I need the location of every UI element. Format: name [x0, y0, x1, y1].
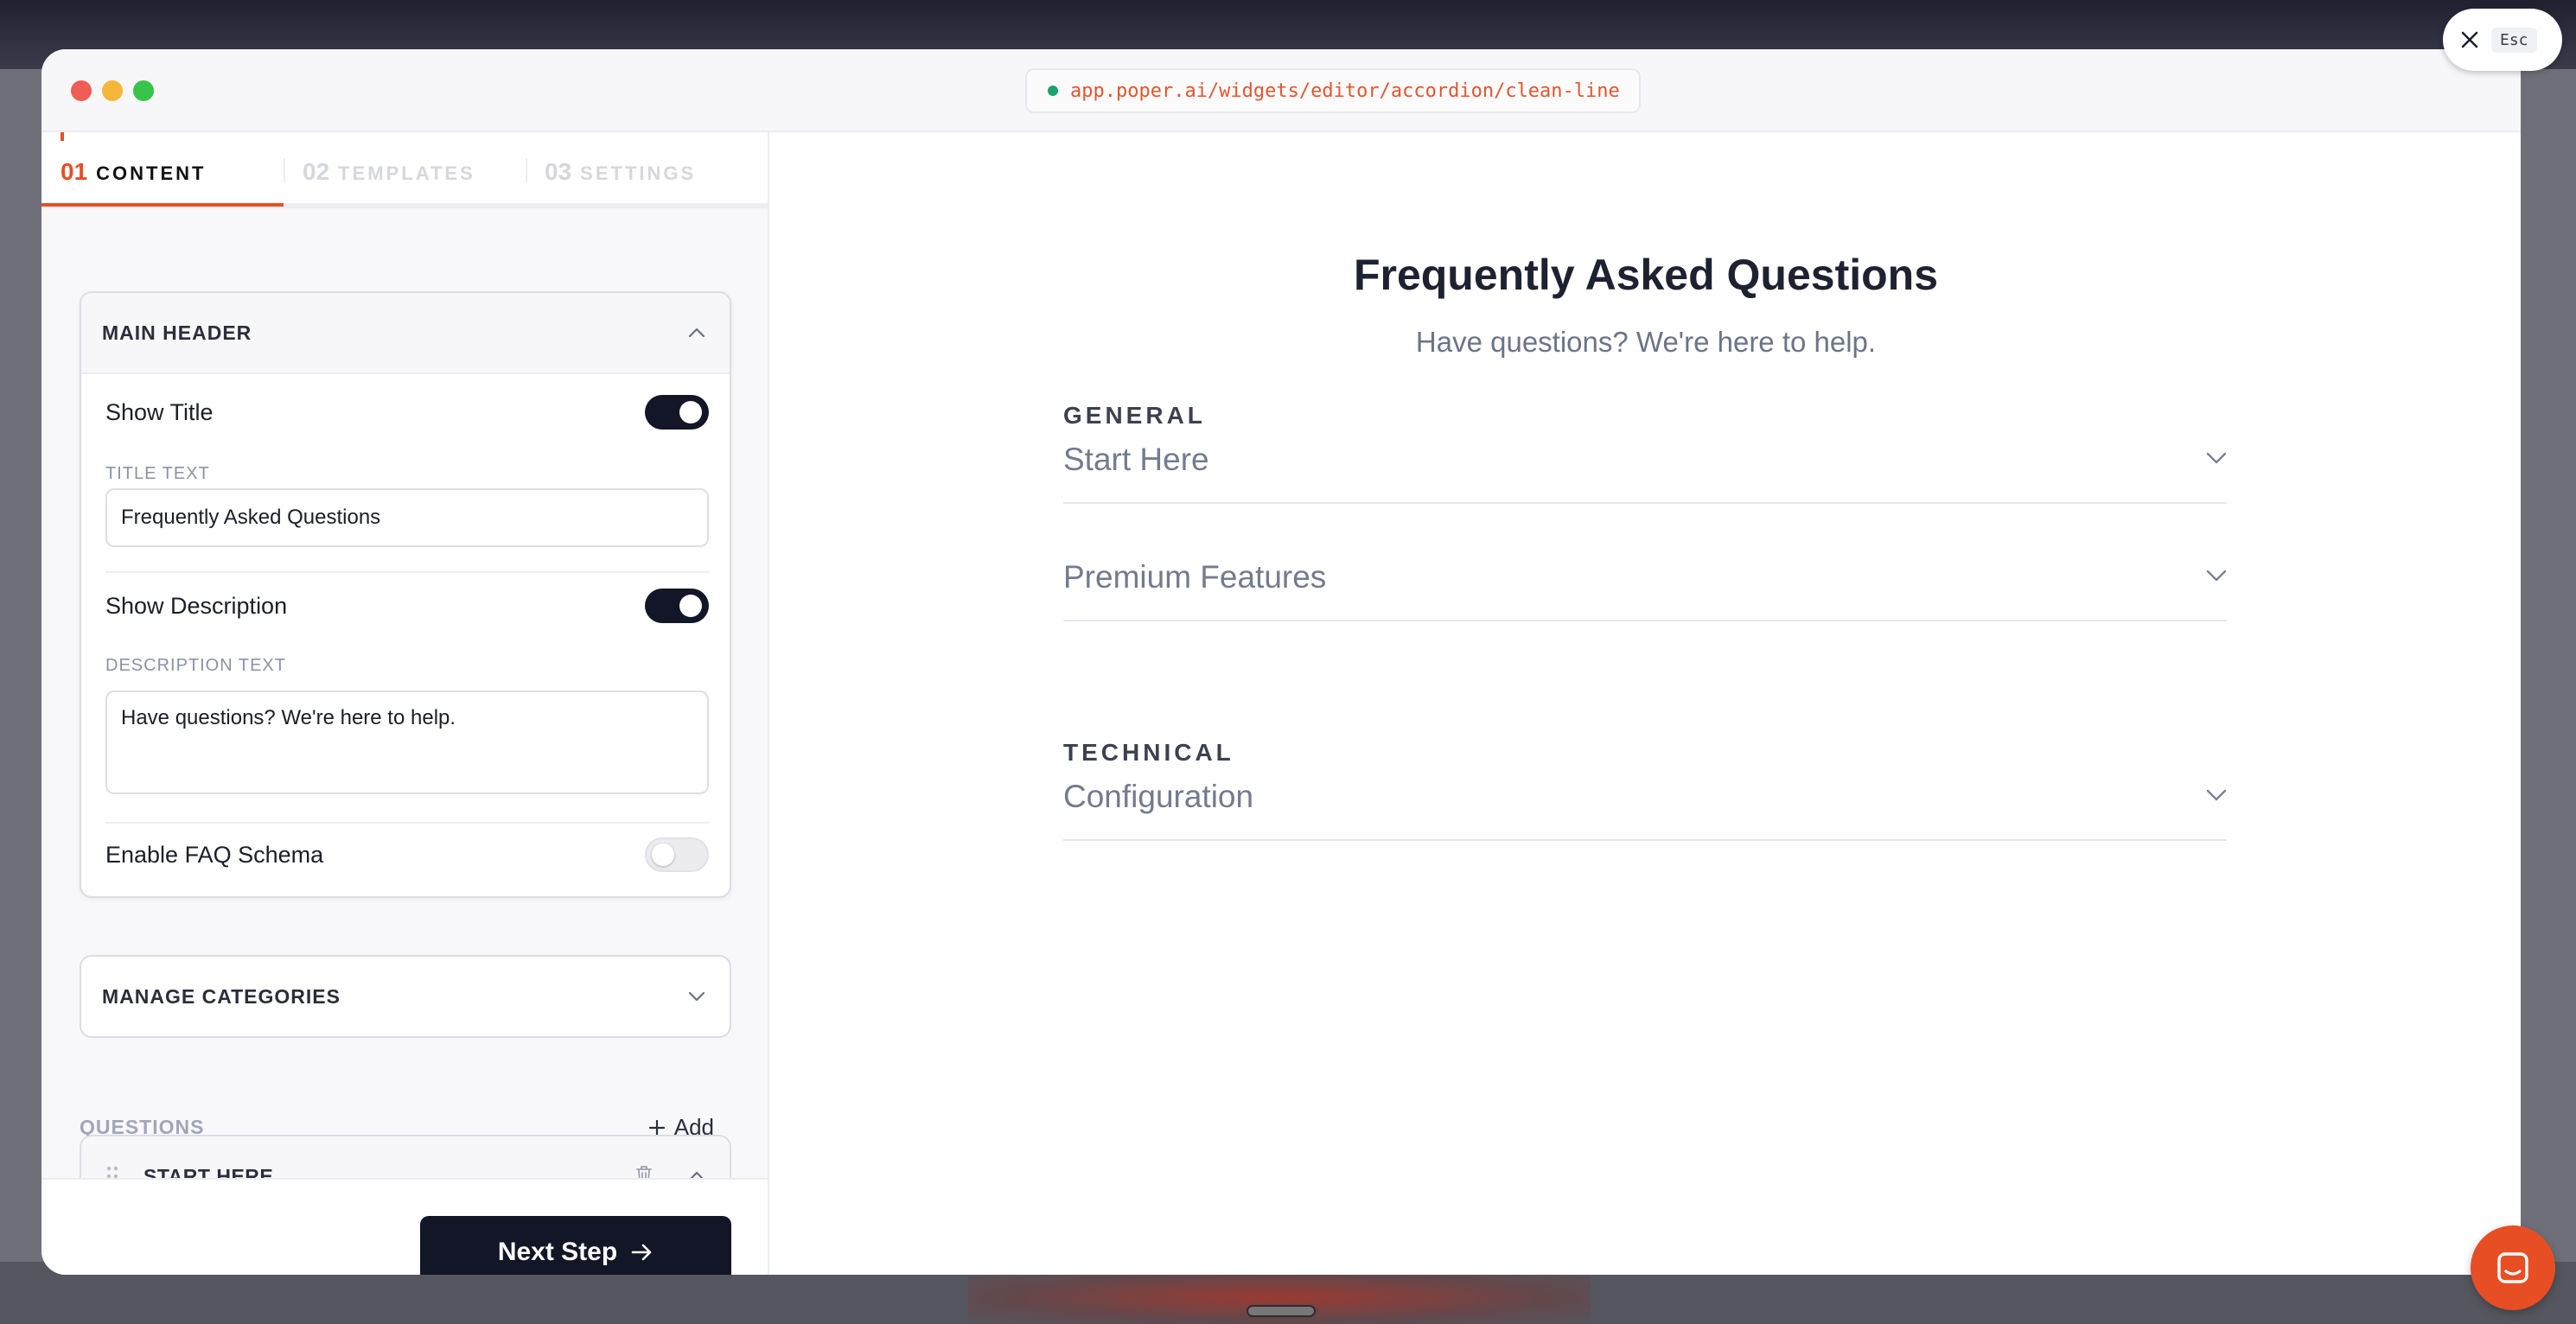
preview-question-item[interactable]: Configuration	[1063, 754, 2227, 841]
tab-number: 01	[61, 158, 88, 185]
tab-label: SETTINGS	[580, 162, 697, 184]
faq-schema-label: Enable FAQ Schema	[105, 841, 324, 868]
chevron-up-icon[interactable]	[685, 321, 709, 345]
section-title: MANAGE CATEGORIES	[102, 984, 341, 1008]
show-description-toggle[interactable]	[645, 589, 709, 623]
preview-question-item[interactable]: Premium Features	[1063, 535, 2227, 621]
preview-question-text: Start Here	[1063, 442, 1209, 477]
show-description-label: Show Description	[105, 592, 288, 619]
preview-question-text: Premium Features	[1063, 559, 1327, 595]
close-window-dot[interactable]	[71, 80, 92, 101]
preview-description: Have questions? We're here to help.	[1415, 326, 1877, 358]
tab-templates[interactable]: 02 TEMPLATES	[303, 158, 475, 186]
show-description-row: Show Description	[105, 589, 709, 623]
preview-title: Frequently Asked Questions	[1353, 251, 1939, 299]
toggle-knob	[679, 595, 702, 617]
editor-window: app.poper.ai/widgets/editor/accordion/cl…	[41, 49, 2521, 1275]
plus-icon	[648, 1119, 665, 1136]
minimize-window-dot[interactable]	[102, 80, 123, 101]
tab-marker	[61, 132, 64, 141]
chat-support-button[interactable]	[2471, 1225, 2555, 1310]
tab-content[interactable]: 01 CONTENT	[61, 158, 206, 186]
section-title: MAIN HEADER	[102, 321, 252, 344]
divider	[105, 822, 709, 824]
chevron-down-icon[interactable]	[685, 984, 709, 1009]
description-text-input[interactable]: Have questions? We're here to help.	[105, 691, 709, 794]
manage-categories-section[interactable]: MANAGE CATEGORIES	[80, 955, 731, 1038]
step-tabs: 01 CONTENT 02 TEMPLATES 03 SETTINGS	[41, 132, 768, 208]
divider	[105, 571, 709, 573]
main-header-toggle[interactable]: MAIN HEADER	[81, 293, 730, 374]
home-indicator	[1247, 1305, 1316, 1317]
tab-label: CONTENT	[96, 162, 207, 184]
tab-separator	[284, 158, 285, 182]
tab-number: 03	[545, 158, 572, 185]
chevron-down-icon	[2206, 570, 2227, 586]
chevron-down-icon	[2206, 789, 2227, 805]
show-title-label: Show Title	[105, 398, 214, 425]
chat-icon	[2497, 1252, 2528, 1283]
faq-schema-toggle[interactable]	[645, 837, 709, 872]
faq-schema-row: Enable FAQ Schema	[105, 837, 709, 872]
faq-preview: Frequently Asked Questions Have question…	[771, 132, 2521, 1275]
tab-number: 02	[303, 158, 330, 185]
url-text: app.poper.ai/widgets/editor/accordion/cl…	[1070, 80, 1620, 102]
tab-separator	[526, 158, 527, 182]
show-title-toggle[interactable]	[645, 395, 709, 430]
sidebar-footer: Next Step	[41, 1178, 768, 1275]
close-icon	[2461, 31, 2478, 48]
show-title-row: Show Title	[105, 395, 709, 430]
description-text-label: DESCRIPTION TEXT	[105, 656, 286, 675]
tab-label: TEMPLATES	[338, 162, 475, 184]
esc-key-hint: Esc	[2491, 27, 2537, 53]
next-step-label: Next Step	[497, 1238, 618, 1266]
preview-question-item[interactable]: Start Here	[1063, 417, 2227, 504]
title-text-input[interactable]	[105, 488, 709, 547]
maximize-window-dot[interactable]	[133, 80, 154, 101]
toggle-knob	[652, 843, 674, 866]
close-editor-button[interactable]: Esc	[2443, 9, 2562, 71]
window-titlebar: app.poper.ai/widgets/editor/accordion/cl…	[41, 49, 2521, 132]
title-text-label: TITLE TEXT	[105, 464, 210, 483]
url-bar[interactable]: app.poper.ai/widgets/editor/accordion/cl…	[1025, 68, 1641, 113]
next-step-button[interactable]: Next Step	[420, 1216, 731, 1275]
secure-dot-icon	[1048, 86, 1058, 96]
preview-question-text: Configuration	[1063, 779, 1254, 814]
toggle-knob	[679, 401, 702, 423]
chevron-down-icon	[2206, 452, 2227, 468]
main-header-section: MAIN HEADER Show Title TITLE TEXT Show D…	[80, 291, 731, 898]
active-tab-underline	[41, 203, 284, 207]
arrow-right-icon	[631, 1244, 652, 1261]
tab-settings[interactable]: 03 SETTINGS	[545, 158, 696, 186]
editor-sidebar: 01 CONTENT 02 TEMPLATES 03 SETTINGS MAIN…	[41, 132, 769, 1275]
